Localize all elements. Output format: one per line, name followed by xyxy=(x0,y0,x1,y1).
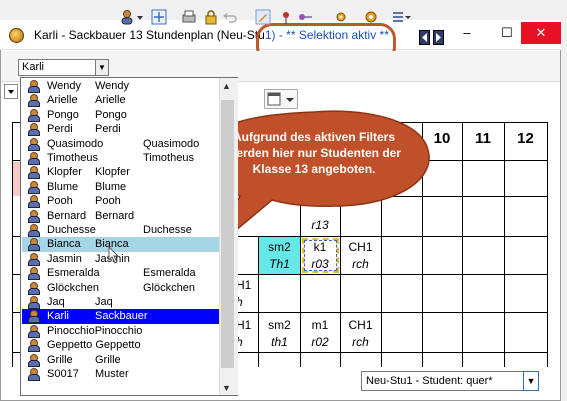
dropdown-item-surname: Arielle xyxy=(95,94,126,107)
dropdown-item[interactable]: Grille Grille xyxy=(22,353,222,367)
dropdown-item[interactable]: Jaq Jaq xyxy=(22,295,222,309)
dropdown-item-short-name: Karli xyxy=(47,310,70,323)
dropdown-item[interactable]: Perdi Perdi xyxy=(22,122,222,137)
dropdown-item-full-name: Glöckchen xyxy=(143,281,195,294)
student-icon xyxy=(28,353,40,367)
dropdown-item-full-name: Timotheus xyxy=(143,152,194,164)
dropdown-item-short-name: Esmeralda xyxy=(47,267,100,280)
dropdown-item[interactable]: Timotheus Timotheus xyxy=(22,151,222,165)
dropdown-item-short-name: Grille xyxy=(47,353,73,366)
chevron-down-icon[interactable]: ▼ xyxy=(523,371,539,391)
dropdown-item-full-name: Esmeralda xyxy=(143,267,196,280)
dropdown-item-full-name: Quasimodo xyxy=(143,137,200,150)
dropdown-item-short-name: Blume xyxy=(47,180,79,193)
scrollbar-thumb[interactable] xyxy=(221,100,234,368)
student-icon xyxy=(28,80,40,93)
dropdown-item[interactable]: Wendy Wendy xyxy=(22,79,222,93)
dropdown-item[interactable]: Glöckchen Glöckchen xyxy=(22,281,222,295)
dropdown-item[interactable]: Pooh Pooh xyxy=(22,194,222,209)
student-icon xyxy=(28,94,40,108)
dropdown-item-short-name: Perdi xyxy=(47,123,73,136)
student-icon xyxy=(28,166,40,180)
dropdown-item-surname: Grille xyxy=(95,353,121,366)
dropdown-item-short-name: Pongo xyxy=(47,108,79,121)
dropdown-item-short-name: Timotheus xyxy=(47,152,98,164)
student-icon xyxy=(28,267,40,281)
view-select[interactable]: Neu-Stu1 - Student: quer* xyxy=(361,371,525,391)
dropdown-item[interactable]: Karli Sackbauer xyxy=(22,309,222,324)
dropdown-item-surname: Muster xyxy=(95,368,129,380)
dropdown-item-surname: Bernard xyxy=(95,209,135,222)
dropdown-item[interactable]: Esmeralda Esmeralda xyxy=(22,266,222,281)
dropdown-item-short-name: Bernard xyxy=(47,209,87,222)
student-icon xyxy=(28,108,40,122)
dropdown-item[interactable]: Blume Blume xyxy=(22,180,222,194)
view-select-value: Neu-Stu1 - Student: quer* xyxy=(366,375,493,387)
dropdown-item-short-name: Quasimodo xyxy=(47,137,104,150)
dropdown-item-short-name: Bianca xyxy=(47,238,81,251)
dropdown-item[interactable]: PinocchioPinocchio xyxy=(22,324,222,338)
dropdown-item-surname: Pooh xyxy=(95,195,121,208)
dropdown-item-surname: Sackbauer xyxy=(95,310,148,323)
dropdown-item[interactable]: Geppetto Geppetto xyxy=(22,338,222,353)
dropdown-item-short-name: Jasmin xyxy=(47,252,82,265)
dropdown-item-surname: Klopfer xyxy=(95,166,130,179)
dropdown-item-short-name: Arielle xyxy=(47,94,78,107)
scroll-up-icon[interactable]: ▲ xyxy=(222,81,231,91)
dropdown-item[interactable]: Bianca Bianca xyxy=(22,237,222,252)
dropdown-item-short-name: Glöckchen xyxy=(47,281,99,294)
dropdown-item[interactable]: Bernard Bernard xyxy=(22,209,222,223)
student-icon xyxy=(28,123,40,137)
dropdown-item-short-name: S0017 xyxy=(47,368,79,380)
student-icon xyxy=(28,209,40,223)
student-icon xyxy=(28,152,40,165)
dropdown-item[interactable]: Duchesse Duchesse xyxy=(22,223,222,237)
dropdown-item-surname: Wendy xyxy=(95,80,130,92)
dropdown-item-short-name: Jaq xyxy=(47,296,65,308)
dropdown-item[interactable]: JasminJasmin xyxy=(22,252,222,266)
student-icon xyxy=(28,296,40,309)
student-icon xyxy=(28,224,40,237)
dropdown-item[interactable]: Pongo Pongo xyxy=(22,108,222,122)
student-icon xyxy=(28,324,40,338)
dropdown-item-surname: Perdi xyxy=(95,123,121,136)
student-icon xyxy=(28,339,40,353)
student-icon xyxy=(28,238,40,252)
dropdown-item-surname: Blume xyxy=(95,180,127,193)
dropdown-item-short-name: Wendy xyxy=(47,80,82,92)
dropdown-item[interactable]: Quasimodo Quasimodo xyxy=(22,137,222,151)
student-icon xyxy=(28,281,40,295)
scroll-down-icon[interactable]: ▼ xyxy=(222,383,231,393)
dropdown-item-short-name: Klopfer xyxy=(47,166,82,179)
dropdown-item-surname: Pongo xyxy=(95,108,127,121)
student-icon xyxy=(28,137,40,151)
student-icon xyxy=(28,252,40,266)
dropdown-item-short-name: Pooh xyxy=(47,195,73,208)
dropdown-item-short-name: Duchesse xyxy=(47,224,96,236)
dropdown-item[interactable]: Arielle Arielle xyxy=(22,93,222,108)
student-icon xyxy=(28,180,40,194)
dropdown-item-short-name: PinocchioPinocchio xyxy=(47,324,143,337)
student-icon xyxy=(28,310,40,324)
dropdown-item-short-name: Geppetto Geppetto xyxy=(47,339,141,352)
callout-text: Aufgrund des aktiven Filters werden hier… xyxy=(226,130,402,176)
dropdown-item-surname: Jaq xyxy=(95,296,113,308)
dropdown-item-full-name: Duchesse xyxy=(143,224,192,236)
student-icon xyxy=(28,368,40,381)
mouse-cursor-icon xyxy=(108,246,120,264)
dropdown-item[interactable]: Klopfer Klopfer xyxy=(22,165,222,180)
dropdown-item[interactable]: S0017 Muster xyxy=(22,367,222,381)
student-dropdown-list[interactable]: Wendy Wendy Arielle Arielle Pongo Pongo Perdi P… xyxy=(20,77,238,396)
student-icon xyxy=(28,195,40,209)
